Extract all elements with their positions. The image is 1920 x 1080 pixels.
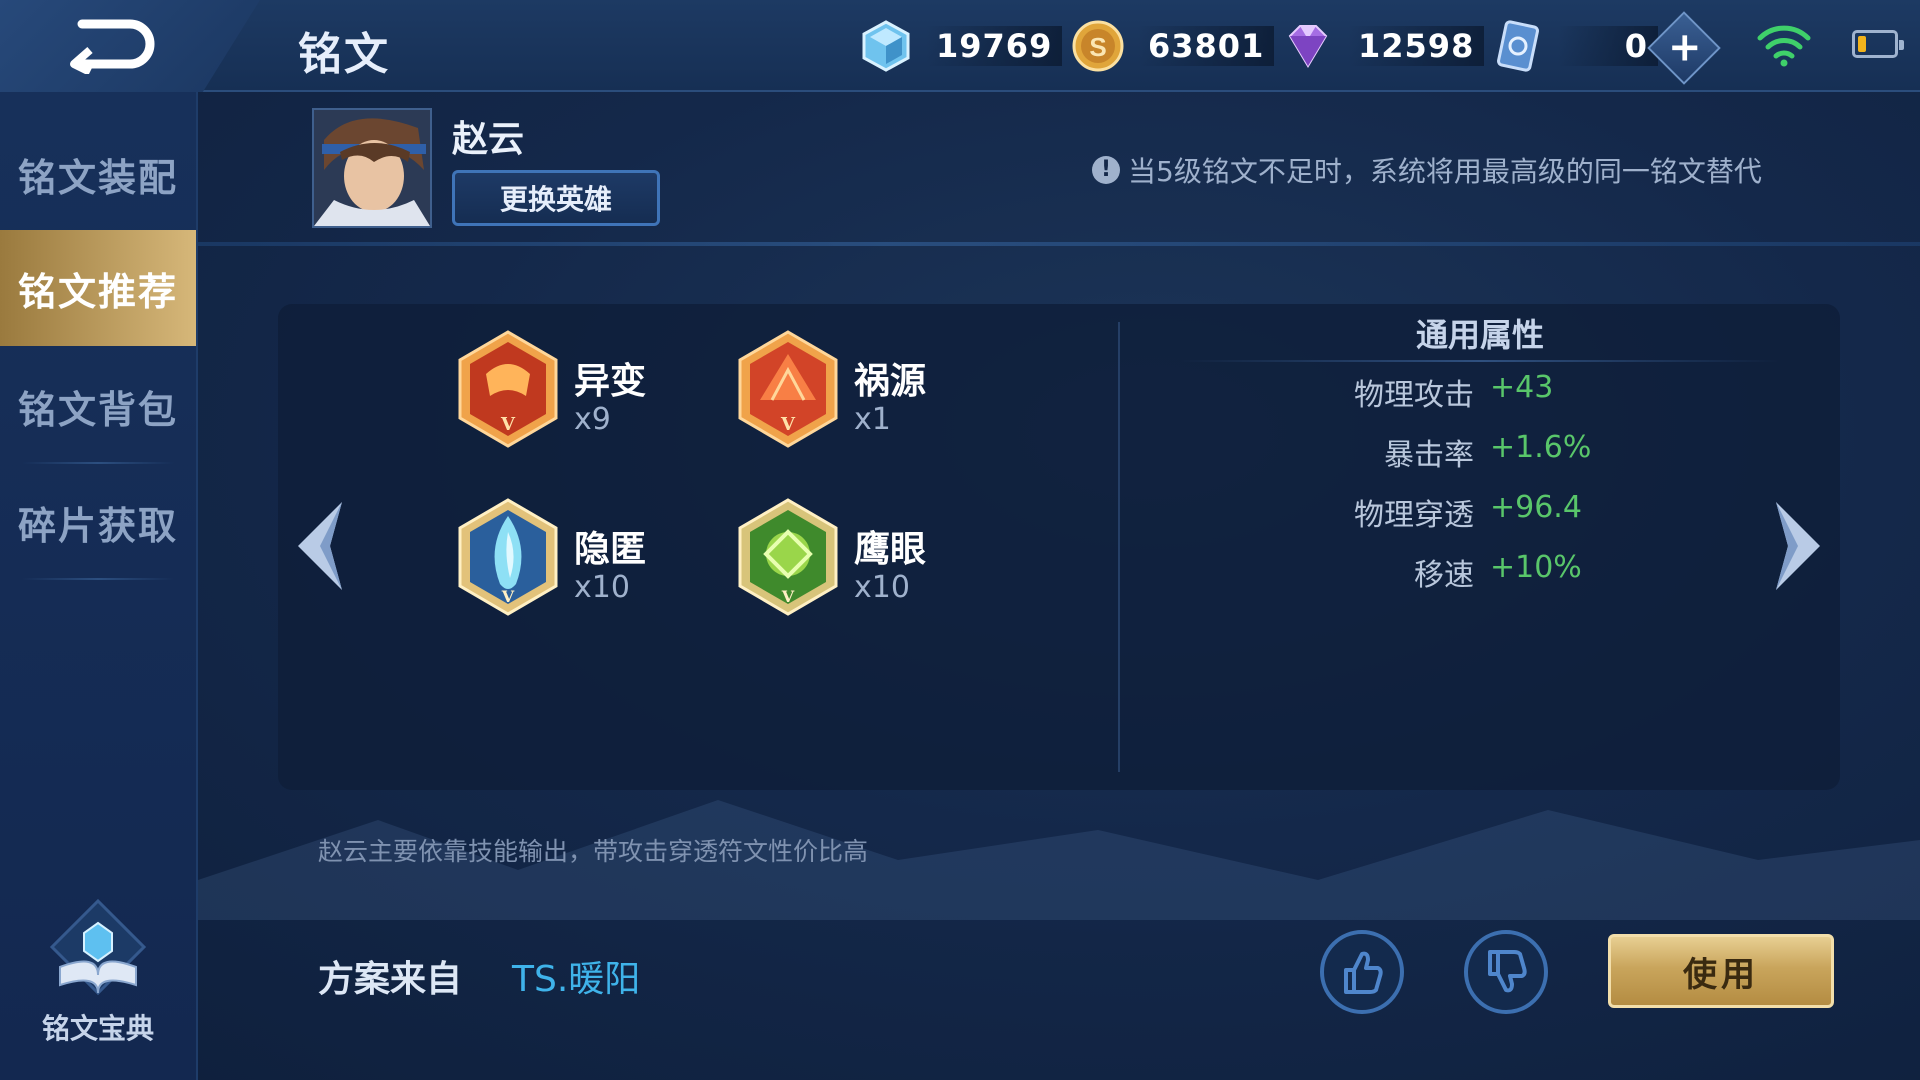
attribute-value: +43 [1490, 370, 1554, 405]
rune-count: x1 [854, 402, 891, 437]
sidebar-item-fragment-get[interactable]: 碎片获取 [0, 464, 196, 580]
sidebar-item-rune-assembly[interactable]: 铭文装配 [0, 116, 196, 232]
svg-text:V: V [500, 414, 516, 435]
use-plan-button[interactable]: 使用 [1608, 934, 1834, 1008]
rune-blue-yinni-icon: V [458, 498, 558, 616]
svg-text:S: S [1089, 32, 1106, 62]
rune-count: x10 [574, 570, 630, 605]
rune-item[interactable]: V 祸源 x1 [736, 330, 1006, 460]
back-icon[interactable] [60, 14, 160, 74]
rune-name: 鹰眼 [854, 529, 927, 570]
currency-gem: 12598 [1280, 18, 1485, 74]
attribute-value: +10% [1490, 550, 1582, 585]
notice-text: 当5级铭文不足时，系统将用最高级的同一铭文替代 [1128, 155, 1762, 188]
diamond-crystal-icon [862, 20, 910, 72]
rune-item[interactable]: V 异变 x9 [456, 330, 726, 460]
panel-divider [1118, 322, 1120, 772]
diamond-count: 19769 [926, 26, 1063, 66]
attribute-row: 暴击率 +1.6% [1200, 430, 1760, 478]
rune-item[interactable]: V 鹰眼 x10 [736, 498, 1006, 628]
attribute-row: 移速 +10% [1200, 550, 1760, 598]
ticket-count: 0 [1558, 26, 1658, 66]
source-author-link[interactable]: TS.暖阳 [512, 950, 640, 1002]
header-divider [198, 242, 1920, 246]
rune-ticket-icon [1497, 20, 1539, 72]
gold-coin-icon: S [1072, 20, 1124, 72]
rune-name: 隐匿 [574, 529, 647, 570]
thumbs-down-icon [1488, 950, 1527, 993]
rune-name: 异变 [574, 361, 647, 402]
sidebar-item-rune-recommend[interactable]: 铭文推荐 [0, 230, 196, 346]
plan-description: 赵云主要依靠技能输出，带攻击穿透符文性价比高 [318, 837, 869, 866]
top-bar: 铭文 19769 S 63801 12598 0 + [0, 0, 1920, 92]
purple-gem-icon [1288, 25, 1328, 68]
attribute-name: 暴击率 [1384, 438, 1474, 473]
attribute-row: 物理穿透 +96.4 [1200, 490, 1760, 538]
hero-face-image [314, 110, 430, 226]
currency-diamond: 19769 [858, 18, 1063, 74]
rune-count: x9 [574, 402, 611, 437]
rune-red-huoyuan-icon: V [738, 330, 838, 448]
rune-count: x10 [854, 570, 910, 605]
rune-codex-label: 铭文宝典 [41, 1012, 154, 1045]
rune-item[interactable]: V 隐匿 x10 [456, 498, 726, 628]
attribute-value: +96.4 [1490, 490, 1582, 525]
attribute-name: 移速 [1414, 558, 1474, 593]
prev-plan-arrow-icon[interactable] [290, 498, 354, 594]
hero-name: 赵云 [452, 119, 525, 160]
next-plan-arrow-icon[interactable] [1764, 498, 1828, 594]
thumbs-up-icon [1344, 951, 1383, 994]
attributes-divider [1180, 360, 1780, 362]
rune-codex-button[interactable]: 铭文宝典 [0, 893, 196, 1045]
wifi-icon [1757, 25, 1811, 67]
svg-text:V: V [781, 587, 795, 606]
battery-icon [1852, 30, 1904, 58]
currency-gold: S 63801 [1070, 18, 1275, 74]
rune-red-yibian-icon: V [458, 330, 558, 448]
attribute-value: +1.6% [1490, 430, 1592, 465]
sidebar-item-rune-bag[interactable]: 铭文背包 [0, 348, 196, 464]
rune-notice: ! 当5级铭文不足时，系统将用最高级的同一铭文替代 [1092, 150, 1762, 190]
svg-text:V: V [501, 587, 515, 606]
dislike-button[interactable] [1464, 930, 1548, 1014]
rune-name: 祸源 [854, 361, 927, 402]
rune-codex-icon [49, 898, 147, 996]
attribute-name: 物理穿透 [1354, 498, 1474, 533]
info-icon: ! [1092, 156, 1120, 184]
page-title: 铭文 [298, 29, 390, 80]
svg-text:V: V [780, 414, 796, 435]
gold-count: 63801 [1138, 26, 1275, 66]
plus-icon: + [1667, 24, 1702, 71]
currency-ticket: 0 [1490, 18, 1658, 74]
source-label: 方案来自 [318, 959, 463, 1000]
attribute-row: 物理攻击 +43 [1200, 370, 1760, 418]
hero-portrait [312, 108, 432, 228]
like-button[interactable] [1320, 930, 1404, 1014]
attributes-title: 通用属性 [1415, 316, 1544, 354]
rune-green-yingyan-icon: V [738, 498, 838, 616]
add-currency-button[interactable]: + [1647, 11, 1721, 85]
gem-count: 12598 [1348, 26, 1485, 66]
change-hero-button[interactable]: 更换英雄 [452, 170, 660, 226]
attribute-name: 物理攻击 [1354, 378, 1474, 413]
